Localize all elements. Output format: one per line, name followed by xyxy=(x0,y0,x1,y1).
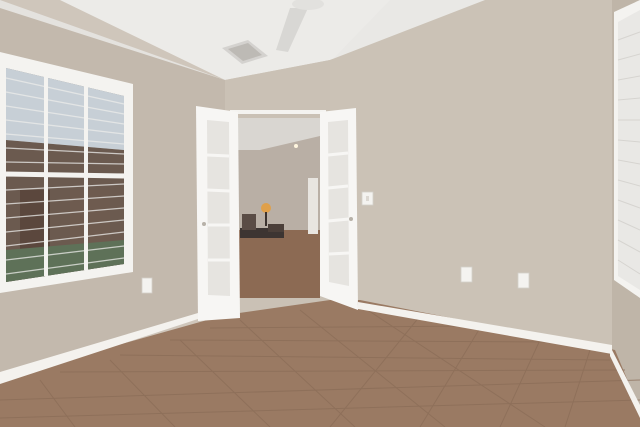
left-french-door xyxy=(196,106,240,321)
right-window xyxy=(614,0,640,298)
left-window xyxy=(0,52,133,293)
room-photo xyxy=(0,0,640,427)
light-switch-icon xyxy=(361,191,374,206)
doorway-view xyxy=(236,118,320,298)
door-frame xyxy=(230,110,326,114)
right-french-door xyxy=(320,108,358,310)
right-wall xyxy=(330,0,615,350)
